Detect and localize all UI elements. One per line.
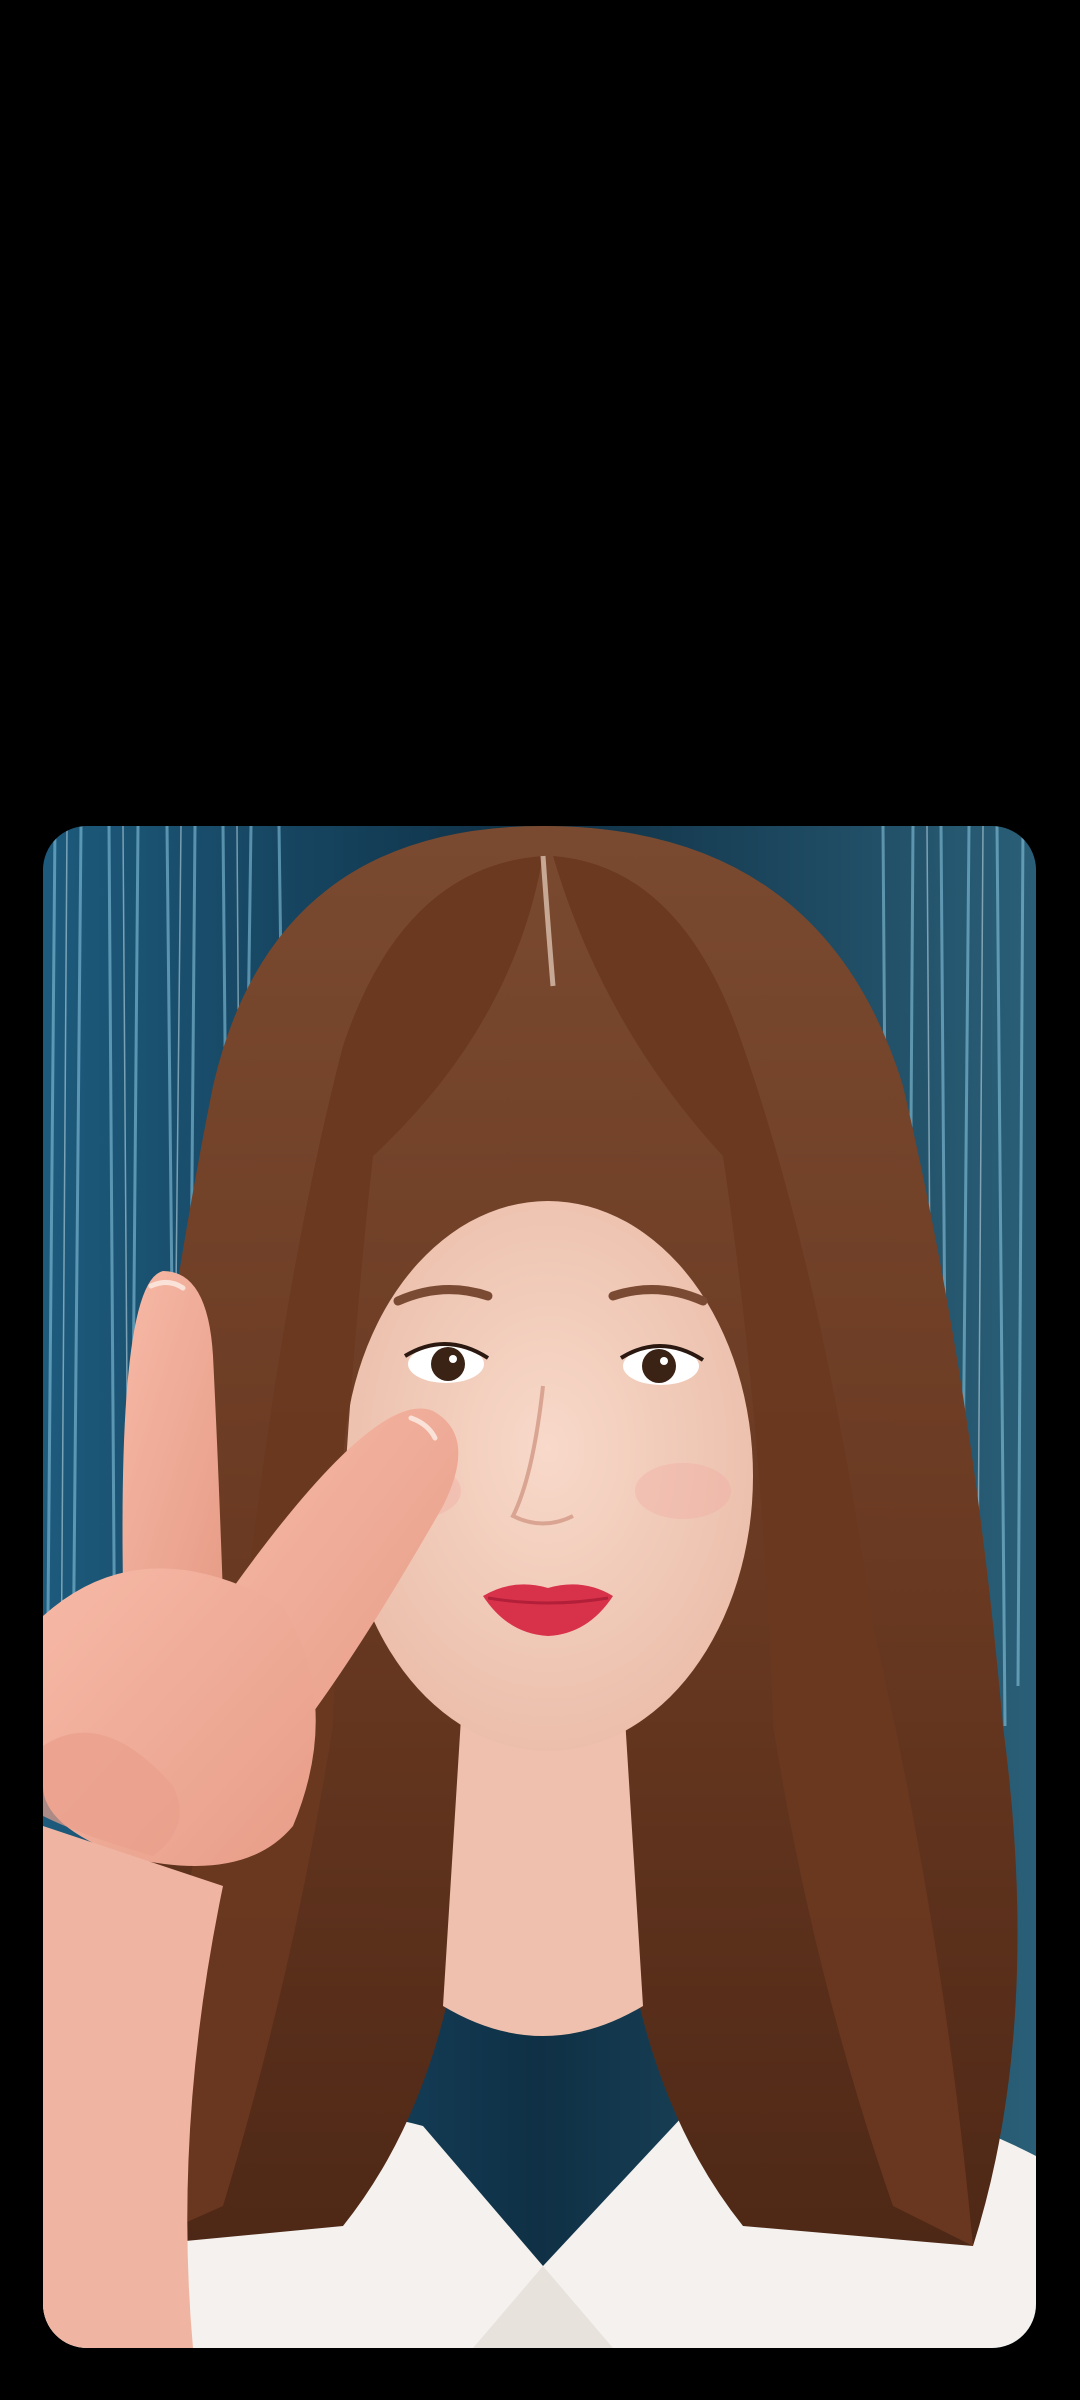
- photo[interactable]: [43, 826, 1036, 2348]
- portrait-image: [43, 826, 1036, 2348]
- photo-viewer-screen: [0, 0, 1080, 2400]
